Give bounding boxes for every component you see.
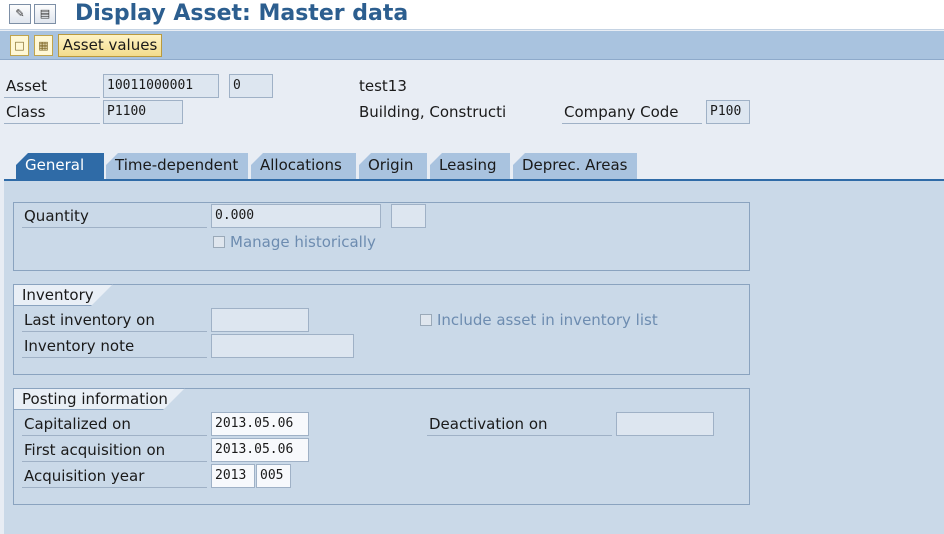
- tab-time-dependent[interactable]: Time-dependent: [106, 153, 248, 179]
- tab-leasing-label: Leasing: [439, 156, 497, 174]
- include-inventory-list-checkbox[interactable]: [420, 314, 432, 326]
- inventory-note-label: Inventory note: [22, 334, 207, 358]
- manage-historically-label: Manage historically: [230, 233, 376, 251]
- tab-deprec-areas[interactable]: Deprec. Areas: [513, 153, 637, 179]
- application-toolbar: □ ▦ Asset values: [0, 31, 944, 60]
- asset-description: test13: [359, 77, 407, 95]
- tab-origin[interactable]: Origin: [359, 153, 427, 179]
- tab-origin-label: Origin: [368, 156, 414, 174]
- class-label: Class: [4, 100, 100, 124]
- tab-time-dependent-label: Time-dependent: [115, 156, 239, 174]
- info-icon[interactable]: ▤: [34, 4, 56, 24]
- manage-historically-checkbox[interactable]: [213, 236, 225, 248]
- display-change-icon[interactable]: ✎: [9, 4, 31, 24]
- other-asset-icon[interactable]: □: [10, 35, 29, 56]
- include-inventory-list-label: Include asset in inventory list: [437, 311, 658, 329]
- inventory-group-title: Inventory: [13, 284, 113, 306]
- class-description: Building, Constructi: [359, 103, 507, 121]
- tab-deprec-areas-label: Deprec. Areas: [522, 156, 628, 174]
- title-bar: ✎ ▤ Display Asset: Master data: [0, 0, 944, 30]
- first-acquisition-label: First acquisition on: [22, 438, 207, 462]
- capitalized-on-label: Capitalized on: [22, 412, 207, 436]
- posting-information-title: Posting information: [13, 388, 185, 410]
- deactivation-on-label: Deactivation on: [427, 412, 612, 436]
- company-code-field[interactable]: P100: [706, 100, 750, 124]
- asset-number-field[interactable]: 10011000001: [103, 74, 219, 98]
- last-inventory-field[interactable]: [211, 308, 309, 332]
- tab-allocations[interactable]: Allocations: [251, 153, 356, 179]
- company-code-label: Company Code: [562, 100, 702, 124]
- deactivation-on-field[interactable]: [616, 412, 714, 436]
- page-title: Display Asset: Master data: [75, 1, 409, 26]
- acquisition-period-field[interactable]: 005: [256, 464, 291, 488]
- capitalized-on-field[interactable]: 2013.05.06: [211, 412, 309, 436]
- acquisition-year-label: Acquisition year: [22, 464, 207, 488]
- asset-label: Asset: [4, 74, 100, 98]
- first-acquisition-field[interactable]: 2013.05.06: [211, 438, 309, 462]
- tab-leasing[interactable]: Leasing: [430, 153, 510, 179]
- quantity-field[interactable]: 0.000: [211, 204, 381, 228]
- last-inventory-label: Last inventory on: [22, 308, 207, 332]
- document-icon[interactable]: ▦: [34, 35, 53, 56]
- asset-values-button[interactable]: Asset values: [58, 34, 162, 57]
- acquisition-year-field[interactable]: 2013: [211, 464, 255, 488]
- tab-general[interactable]: General: [16, 153, 104, 179]
- asset-class-field[interactable]: P1100: [103, 100, 183, 124]
- tab-general-label: General: [25, 156, 85, 174]
- unit-field[interactable]: [391, 204, 426, 228]
- quantity-label: Quantity: [22, 204, 207, 228]
- sub-number-field[interactable]: 0: [229, 74, 273, 98]
- tab-allocations-label: Allocations: [260, 156, 342, 174]
- inventory-note-field[interactable]: [211, 334, 354, 358]
